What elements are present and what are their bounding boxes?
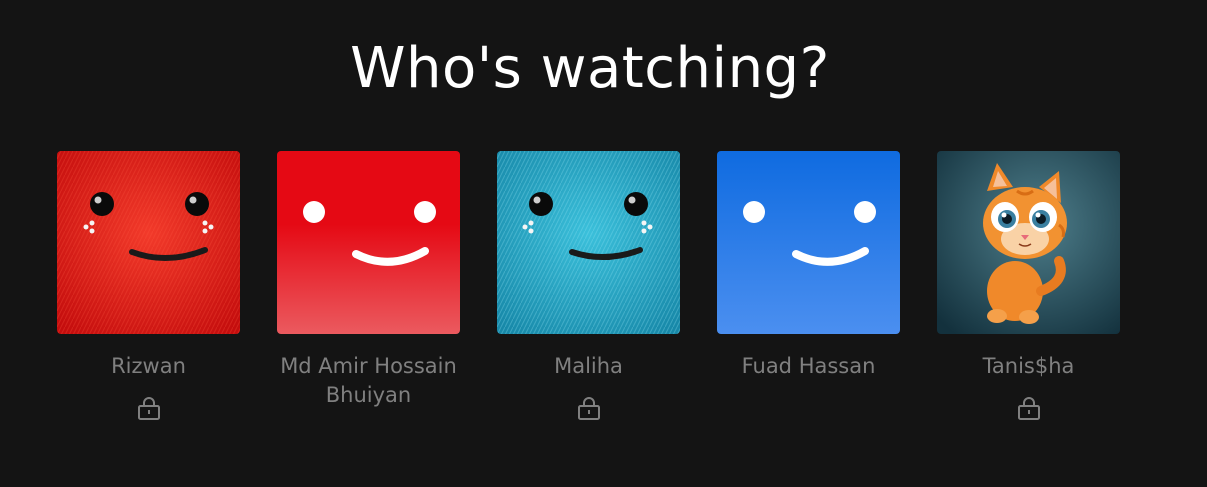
cartoon-cat-avatar[interactable] — [937, 151, 1120, 334]
red-smiley-avatar[interactable] — [277, 151, 460, 334]
profile-name: Fuad Hassan — [741, 354, 876, 378]
profile-name: Tanis$ha — [982, 354, 1075, 378]
profile-name: Md Amir Hossain Bhuiyan — [280, 354, 457, 407]
lock-icon[interactable] — [136, 395, 162, 421]
profile-name: Rizwan — [111, 354, 186, 378]
profile-name: Maliha — [554, 354, 623, 378]
profile-gate: Who's watching? Rizwan Md Amir Hossain B… — [0, 0, 1207, 487]
profile-card-md-amir-hossain-bhuiyan[interactable]: Md Amir Hossain Bhuiyan — [277, 151, 460, 421]
profile-card-tanisha[interactable]: Tanis$ha — [937, 151, 1120, 421]
blue-smiley-avatar[interactable] — [717, 151, 900, 334]
red-fur-smiley-avatar[interactable] — [57, 151, 240, 334]
teal-fur-smiley-avatar[interactable] — [497, 151, 680, 334]
profile-card-maliha[interactable]: Maliha — [497, 151, 680, 421]
lock-icon[interactable] — [576, 395, 602, 421]
lock-icon[interactable] — [1016, 395, 1042, 421]
profile-card-rizwan[interactable]: Rizwan — [57, 151, 240, 421]
page-title: Who's watching? — [350, 36, 830, 101]
profile-list: Rizwan Md Amir Hossain Bhuiyan Maliha Fu… — [57, 151, 1120, 421]
profile-card-fuad-hassan[interactable]: Fuad Hassan — [717, 151, 900, 421]
